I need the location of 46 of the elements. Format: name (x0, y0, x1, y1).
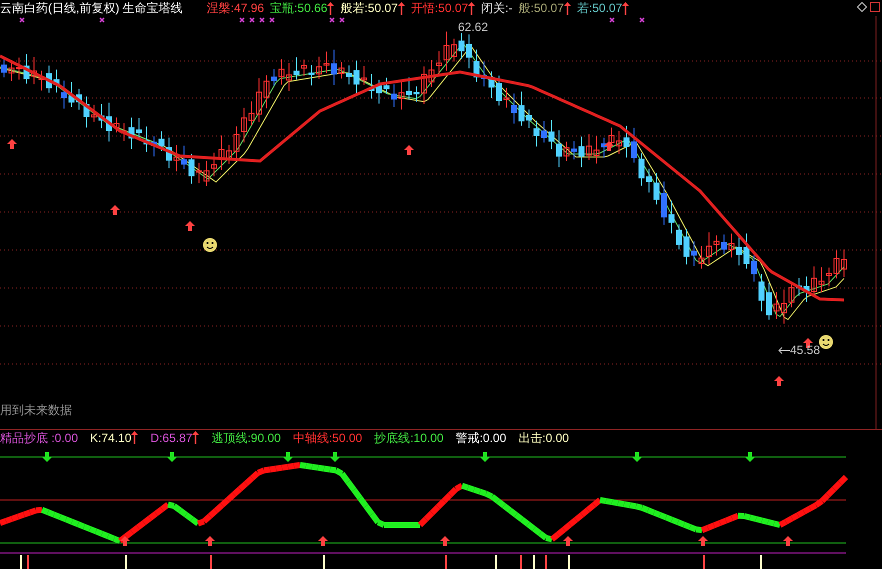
indicator-label: 般: (518, 0, 534, 16)
indicator-value: 50.07 (438, 0, 468, 16)
indicator-value: 0.00 (546, 430, 569, 446)
smiley-icon (819, 335, 833, 349)
indicator-value: 50.07 (534, 0, 564, 16)
up-arrow-icon (564, 2, 571, 14)
chart-title: 云南白药(日线,前复权) 生命宝塔线 (0, 0, 183, 16)
indicator-value: 10.00 (414, 430, 444, 446)
up-arrow-icon (131, 431, 138, 444)
indicator-value: 74.10 (101, 430, 132, 446)
indicator-value: 47.96 (234, 0, 264, 16)
indicator-value: 90.00 (250, 430, 281, 446)
indicator-label: K: (90, 430, 102, 446)
indicator-value: 50.07 (592, 0, 622, 16)
indicator-label: 闭关: (481, 0, 509, 16)
indicator-label: 出击: (518, 430, 546, 446)
maximize-icon[interactable] (870, 2, 880, 12)
up-arrow-icon (622, 2, 630, 14)
indicator-label: 中轴线: (292, 430, 332, 446)
up-arrow-icon (398, 2, 405, 14)
up-arrow-icon (327, 2, 334, 14)
indicator-label: 抄底线: (374, 430, 414, 446)
indicator-value: 50.66 (297, 0, 328, 16)
indicator-label: 逃顶线: (211, 430, 251, 446)
indicator-label: D: (150, 430, 162, 446)
indicator-value: 50.00 (332, 430, 362, 446)
indicator-label: 警戒: (456, 430, 483, 446)
indicator-label: 精品抄底 : (0, 430, 55, 446)
low-price-label: 45.58 (790, 342, 820, 358)
indicator-value: 65.87 (162, 430, 192, 446)
up-arrow-icon (468, 2, 476, 14)
indicator-label: 涅槃: (206, 0, 234, 16)
high-price-label: 62.62 (458, 19, 488, 35)
indicator-label: 若: (576, 0, 592, 16)
indicator-value: 0.00 (54, 430, 78, 446)
future-data-note: 用到未来数据 (0, 402, 72, 418)
diamond-icon[interactable] (857, 2, 867, 12)
left-arrow-icon (778, 346, 790, 354)
indicator-label: 宝瓶: (270, 0, 298, 16)
indicator-label: 般若: (340, 0, 368, 16)
indicator-label: 开悟: (410, 0, 438, 16)
up-arrow-icon (192, 431, 200, 444)
indicator-value: 0.00 (482, 430, 506, 446)
smiley-icon (203, 238, 217, 252)
indicator-value: - (508, 0, 513, 16)
indicator-value: 50.07 (368, 0, 398, 16)
